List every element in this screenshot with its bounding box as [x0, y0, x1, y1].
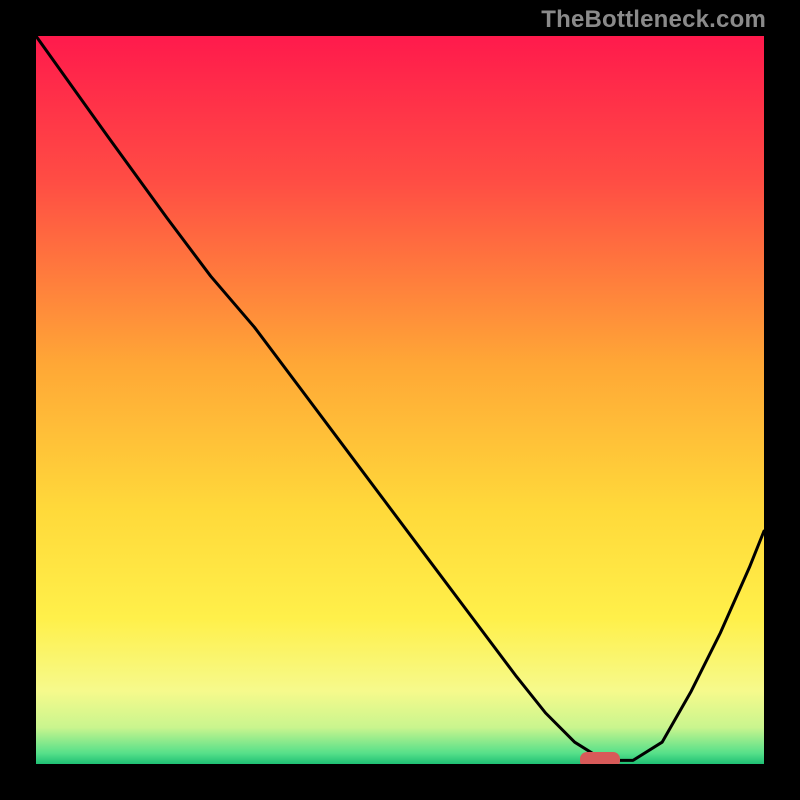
watermark-text: TheBottleneck.com	[541, 6, 766, 34]
bottleneck-curve	[36, 36, 764, 764]
plot-area	[36, 36, 764, 764]
chart-frame: TheBottleneck.com	[0, 0, 800, 800]
optimal-point-marker	[580, 752, 620, 764]
